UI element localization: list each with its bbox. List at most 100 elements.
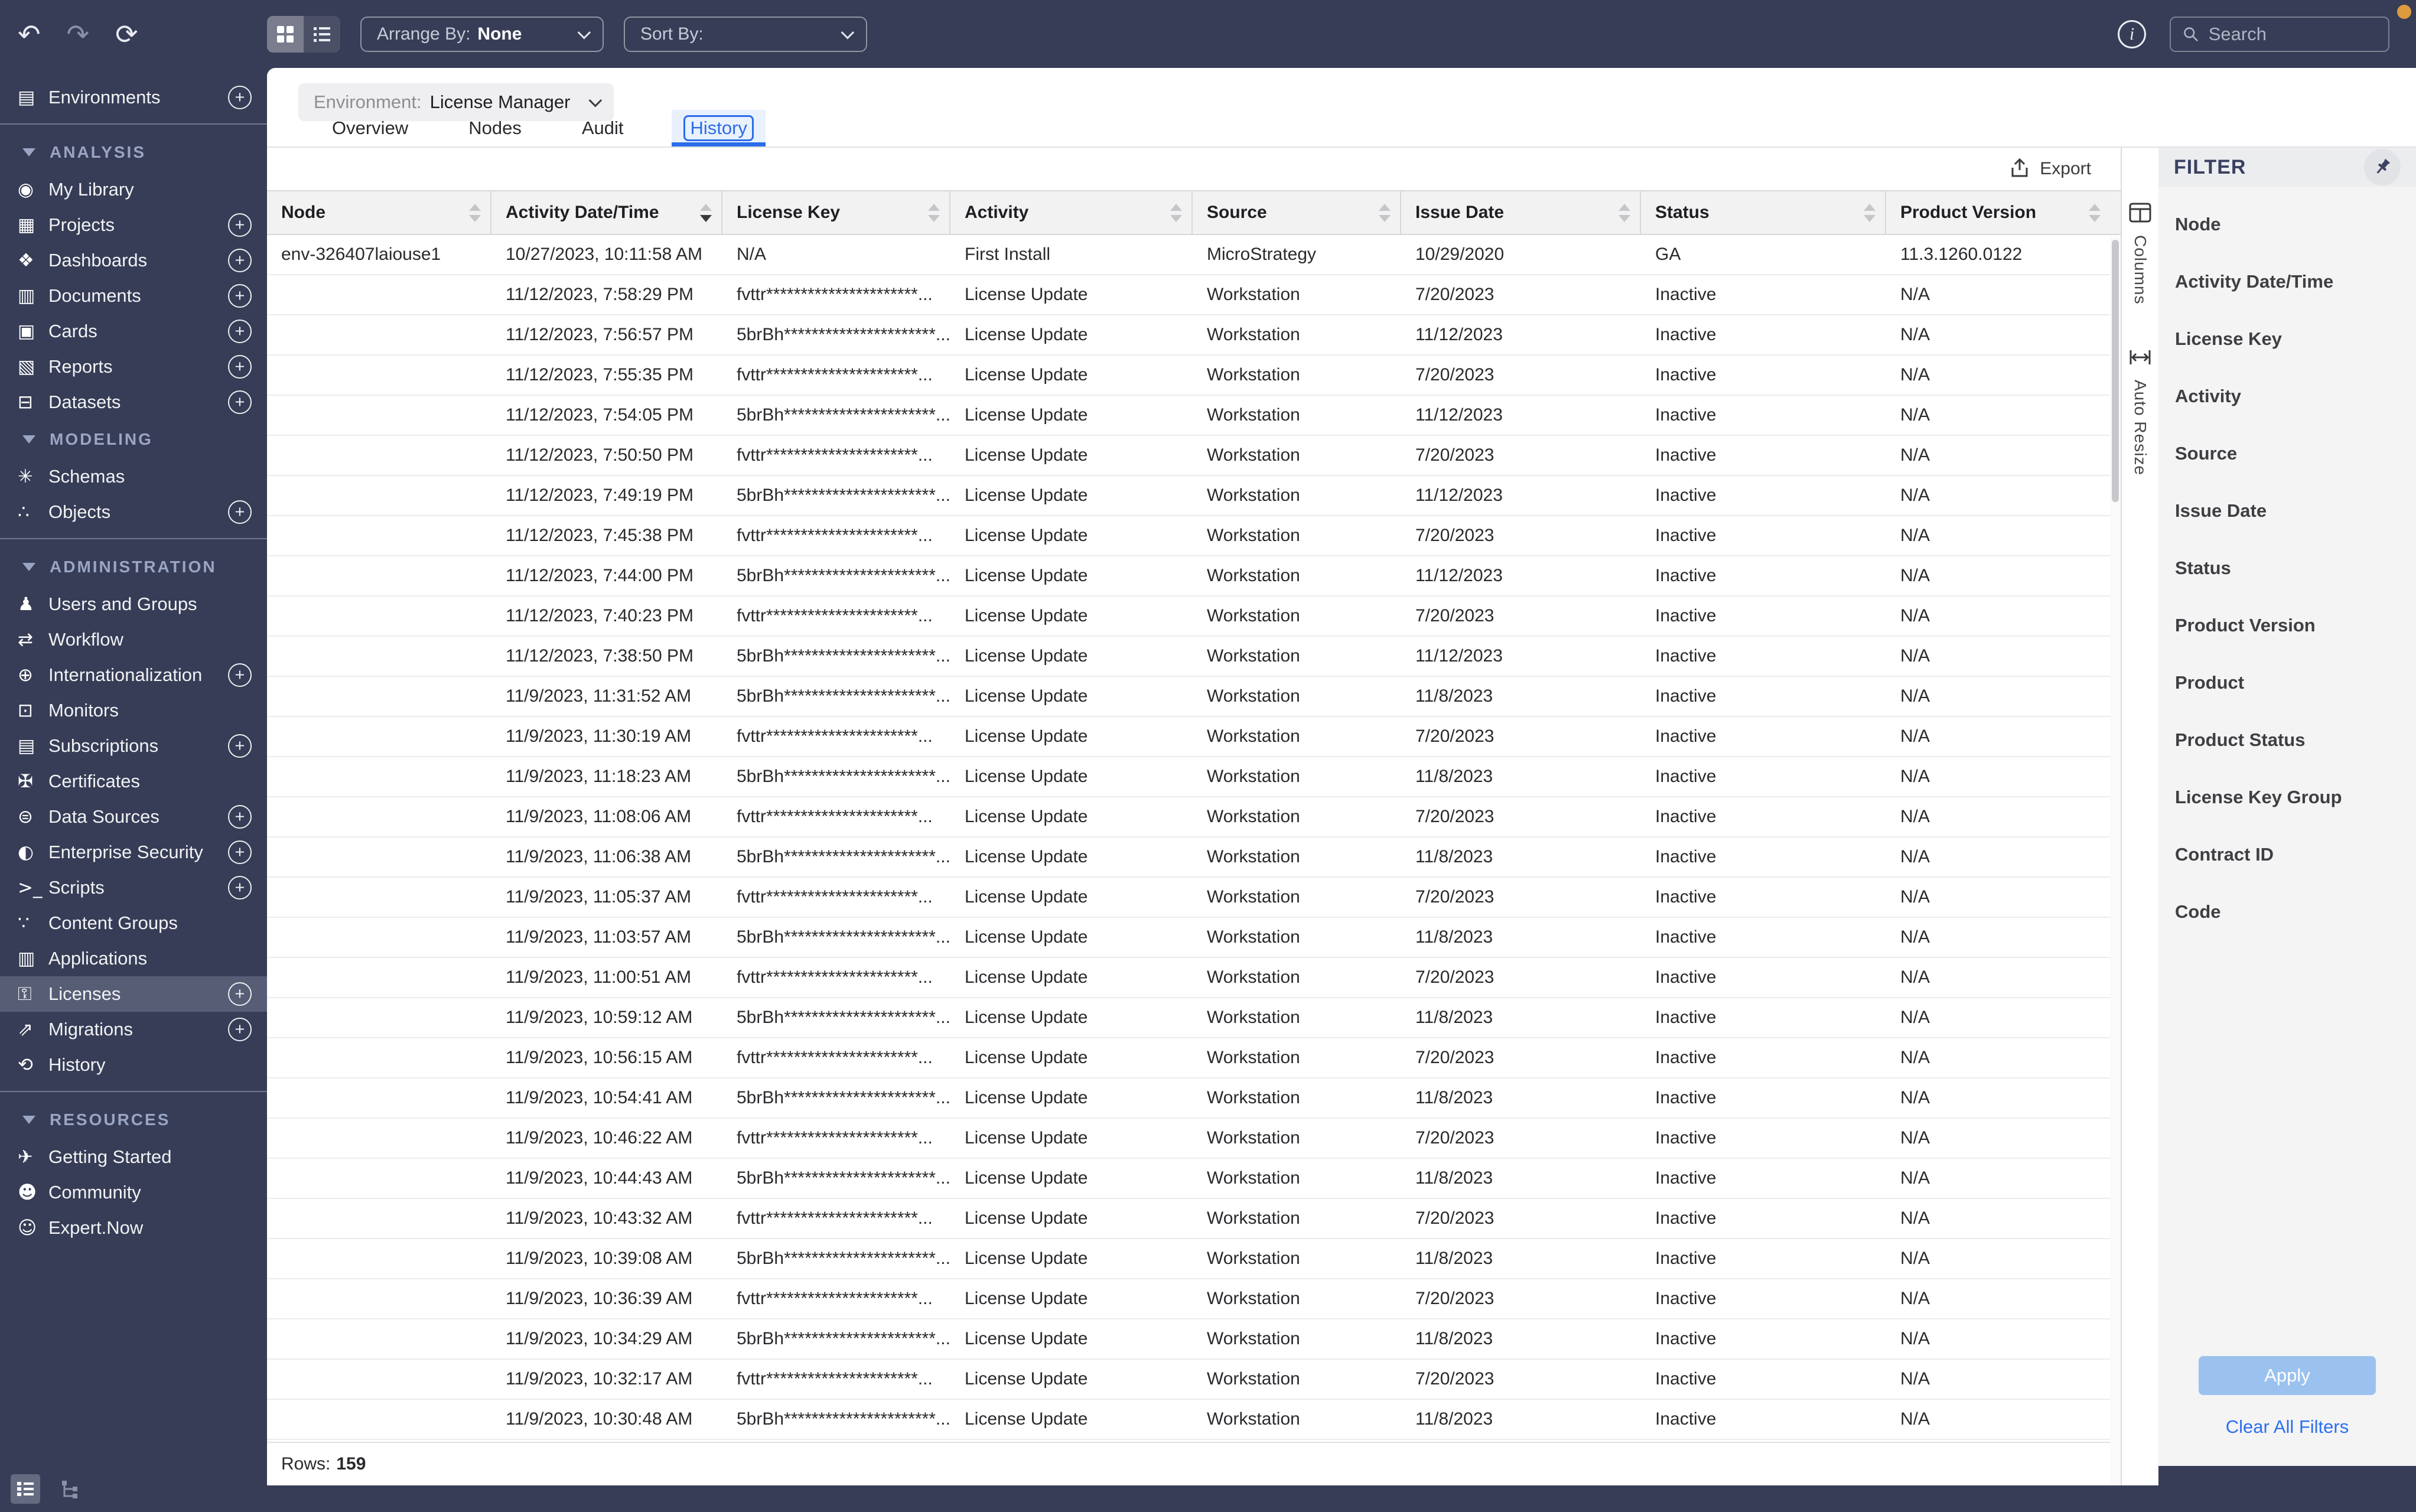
filter-field-product-version[interactable]: Product Version — [2175, 615, 2416, 636]
sidebar-item-history[interactable]: ⟲ History — [0, 1047, 267, 1083]
add-projects-button[interactable]: + — [228, 213, 252, 237]
add-enterprise-security-button[interactable]: + — [228, 840, 252, 864]
add-scripts-button[interactable]: + — [228, 876, 252, 900]
table-row[interactable]: 11/12/2023, 7:56:57 PM 5brBh*************… — [267, 315, 2121, 356]
arrange-by-dropdown[interactable]: Arrange By: None — [360, 16, 604, 52]
sidebar-item-applications[interactable]: ▥ Applications — [0, 941, 267, 976]
apply-button[interactable]: Apply — [2199, 1356, 2376, 1395]
grid-view-button[interactable] — [267, 15, 304, 53]
add-subscriptions-button[interactable]: + — [228, 734, 252, 758]
tab-history[interactable]: History — [672, 110, 766, 146]
filter-field-node[interactable]: Node — [2175, 214, 2416, 235]
search-box[interactable] — [2170, 16, 2389, 52]
sidebar-item-projects[interactable]: ▦ Projects + — [0, 207, 267, 243]
filter-field-code[interactable]: Code — [2175, 901, 2416, 923]
table-row[interactable]: 11/9/2023, 10:56:15 AM fvttr*************… — [267, 1038, 2121, 1078]
table-row[interactable]: 11/9/2023, 10:34:29 AM 5brBh*************… — [267, 1319, 2121, 1360]
column-header-source[interactable]: Source — [1193, 191, 1401, 234]
sidebar-item-subscriptions[interactable]: ▤ Subscriptions + — [0, 728, 267, 764]
column-header-node[interactable]: Node — [267, 191, 491, 234]
sidebar-item-workflow[interactable]: ⇄ Workflow — [0, 622, 267, 657]
columns-button[interactable]: Columns — [2128, 201, 2152, 304]
add-objects-button[interactable]: + — [228, 500, 252, 524]
column-header-activity-date-time[interactable]: Activity Date/Time — [491, 191, 722, 234]
table-row[interactable]: 11/9/2023, 11:08:06 AM fvttr*************… — [267, 797, 2121, 838]
filter-field-activity-date-time[interactable]: Activity Date/Time — [2175, 271, 2416, 292]
table-row[interactable]: 11/9/2023, 11:00:51 AM fvttr*************… — [267, 958, 2121, 998]
sidebar-item-licenses[interactable]: ⚿ Licenses + — [0, 976, 267, 1012]
table-row[interactable]: 11/12/2023, 7:55:35 PM fvttr*************… — [267, 356, 2121, 396]
sidebar-item-community[interactable]: ☻ Community — [0, 1175, 267, 1210]
sidebar-item-schemas[interactable]: ✳ Schemas — [0, 459, 267, 494]
tab-nodes[interactable]: Nodes — [457, 110, 533, 146]
table-row[interactable]: 11/9/2023, 11:30:19 AM fvttr*************… — [267, 717, 2121, 757]
filter-field-product[interactable]: Product — [2175, 672, 2416, 693]
redo-icon[interactable]: ↷ — [67, 21, 90, 48]
add-environments-button[interactable]: + — [228, 86, 252, 109]
table-row[interactable]: 11/9/2023, 11:18:23 AM 5brBh*************… — [267, 757, 2121, 797]
table-row[interactable]: 11/12/2023, 7:44:00 PM 5brBh*************… — [267, 556, 2121, 597]
table-row[interactable]: 11/9/2023, 10:32:17 AM fvttr*************… — [267, 1360, 2121, 1400]
table-row[interactable]: 11/9/2023, 10:46:22 AM fvttr*************… — [267, 1119, 2121, 1159]
sidebar-item-dashboards[interactable]: ❖ Dashboards + — [0, 243, 267, 278]
table-row[interactable]: 11/12/2023, 7:40:23 PM fvttr*************… — [267, 597, 2121, 637]
filter-field-activity[interactable]: Activity — [2175, 386, 2416, 407]
filter-field-issue-date[interactable]: Issue Date — [2175, 500, 2416, 522]
sidebar-item-reports[interactable]: ▧ Reports + — [0, 349, 267, 384]
filter-field-license-key-group[interactable]: License Key Group — [2175, 787, 2416, 808]
undo-icon[interactable]: ↶ — [18, 21, 41, 48]
sidebar-section-modeling[interactable]: MODELING — [0, 420, 267, 459]
table-row[interactable]: 11/12/2023, 7:50:50 PM fvttr*************… — [267, 436, 2121, 476]
scrollbar-thumb[interactable] — [2112, 240, 2119, 502]
add-licenses-button[interactable]: + — [228, 982, 252, 1006]
table-row[interactable]: 11/9/2023, 10:39:08 AM 5brBh*************… — [267, 1239, 2121, 1279]
sidebar-item-content-groups[interactable]: ∵ Content Groups — [0, 905, 267, 941]
table-row[interactable]: 11/9/2023, 10:30:48 AM 5brBh*************… — [267, 1400, 2121, 1440]
auto-resize-button[interactable]: Auto Resize — [2128, 346, 2152, 475]
filter-field-contract-id[interactable]: Contract ID — [2175, 844, 2416, 865]
column-header-activity[interactable]: Activity — [950, 191, 1193, 234]
sidebar-section-resources[interactable]: RESOURCES — [0, 1100, 267, 1139]
add-internationalization-button[interactable]: + — [228, 663, 252, 687]
column-header-issue-date[interactable]: Issue Date — [1401, 191, 1641, 234]
filter-field-license-key[interactable]: License Key — [2175, 328, 2416, 350]
add-dashboards-button[interactable]: + — [228, 249, 252, 272]
sidebar-item-migrations[interactable]: ⇗ Migrations + — [0, 1012, 267, 1047]
sidebar-item-environments[interactable]: ▤ Environments + — [0, 80, 267, 115]
sidebar-item-certificates[interactable]: ✠ Certificates — [0, 764, 267, 799]
sidebar-item-datasets[interactable]: ⊟ Datasets + — [0, 384, 267, 420]
sidebar-section-administration[interactable]: ADMINISTRATION — [0, 548, 267, 586]
refresh-icon[interactable]: ⟳ — [115, 21, 138, 48]
export-button[interactable]: Export — [2009, 158, 2091, 180]
filter-field-source[interactable]: Source — [2175, 443, 2416, 464]
table-row[interactable]: 11/9/2023, 11:06:38 AM 5brBh*************… — [267, 838, 2121, 878]
sidebar-item-enterprise-security[interactable]: ◐ Enterprise Security + — [0, 835, 267, 870]
sort-by-dropdown[interactable]: Sort By: — [624, 16, 867, 52]
table-row[interactable]: 11/9/2023, 10:59:12 AM 5brBh*************… — [267, 998, 2121, 1038]
table-row[interactable]: 11/12/2023, 7:49:19 PM 5brBh*************… — [267, 476, 2121, 516]
sidebar-item-expert-now[interactable]: ☺ Expert.Now — [0, 1210, 267, 1246]
tab-audit[interactable]: Audit — [570, 110, 636, 146]
sidebar-item-scripts[interactable]: >_ Scripts + — [0, 870, 267, 905]
sidebar-item-monitors[interactable]: ⊡ Monitors — [0, 693, 267, 728]
sidebar-item-cards[interactable]: ▣ Cards + — [0, 314, 267, 349]
pin-button[interactable] — [2364, 149, 2401, 185]
add-migrations-button[interactable]: + — [228, 1018, 252, 1041]
filter-field-product-status[interactable]: Product Status — [2175, 729, 2416, 751]
column-header-status[interactable]: Status — [1641, 191, 1886, 234]
table-row[interactable]: 11/12/2023, 7:45:38 PM fvttr*************… — [267, 516, 2121, 556]
table-row[interactable]: 11/12/2023, 7:54:05 PM 5brBh*************… — [267, 396, 2121, 436]
table-row[interactable]: 11/9/2023, 11:31:52 AM 5brBh*************… — [267, 677, 2121, 717]
table-row[interactable]: 11/9/2023, 10:54:41 AM 5brBh*************… — [267, 1078, 2121, 1119]
add-documents-button[interactable]: + — [228, 284, 252, 308]
table-row[interactable]: 11/9/2023, 10:36:39 AM fvttr*************… — [267, 1279, 2121, 1319]
sidebar-item-my-library[interactable]: ◉ My Library — [0, 172, 267, 207]
table-row[interactable]: 11/9/2023, 11:03:57 AM 5brBh*************… — [267, 918, 2121, 958]
sidebar-item-internationalization[interactable]: ⊕ Internationalization + — [0, 657, 267, 693]
column-header-product-version[interactable]: Product Version — [1886, 191, 2110, 234]
sidebar-item-getting-started[interactable]: ✈ Getting Started — [0, 1139, 267, 1175]
table-row[interactable]: 11/9/2023, 10:44:43 AM 5brBh*************… — [267, 1159, 2121, 1199]
flat-list-view-button[interactable] — [11, 1474, 40, 1504]
column-header-license-key[interactable]: License Key — [722, 191, 950, 234]
clear-all-filters-link[interactable]: Clear All Filters — [2226, 1416, 2349, 1438]
